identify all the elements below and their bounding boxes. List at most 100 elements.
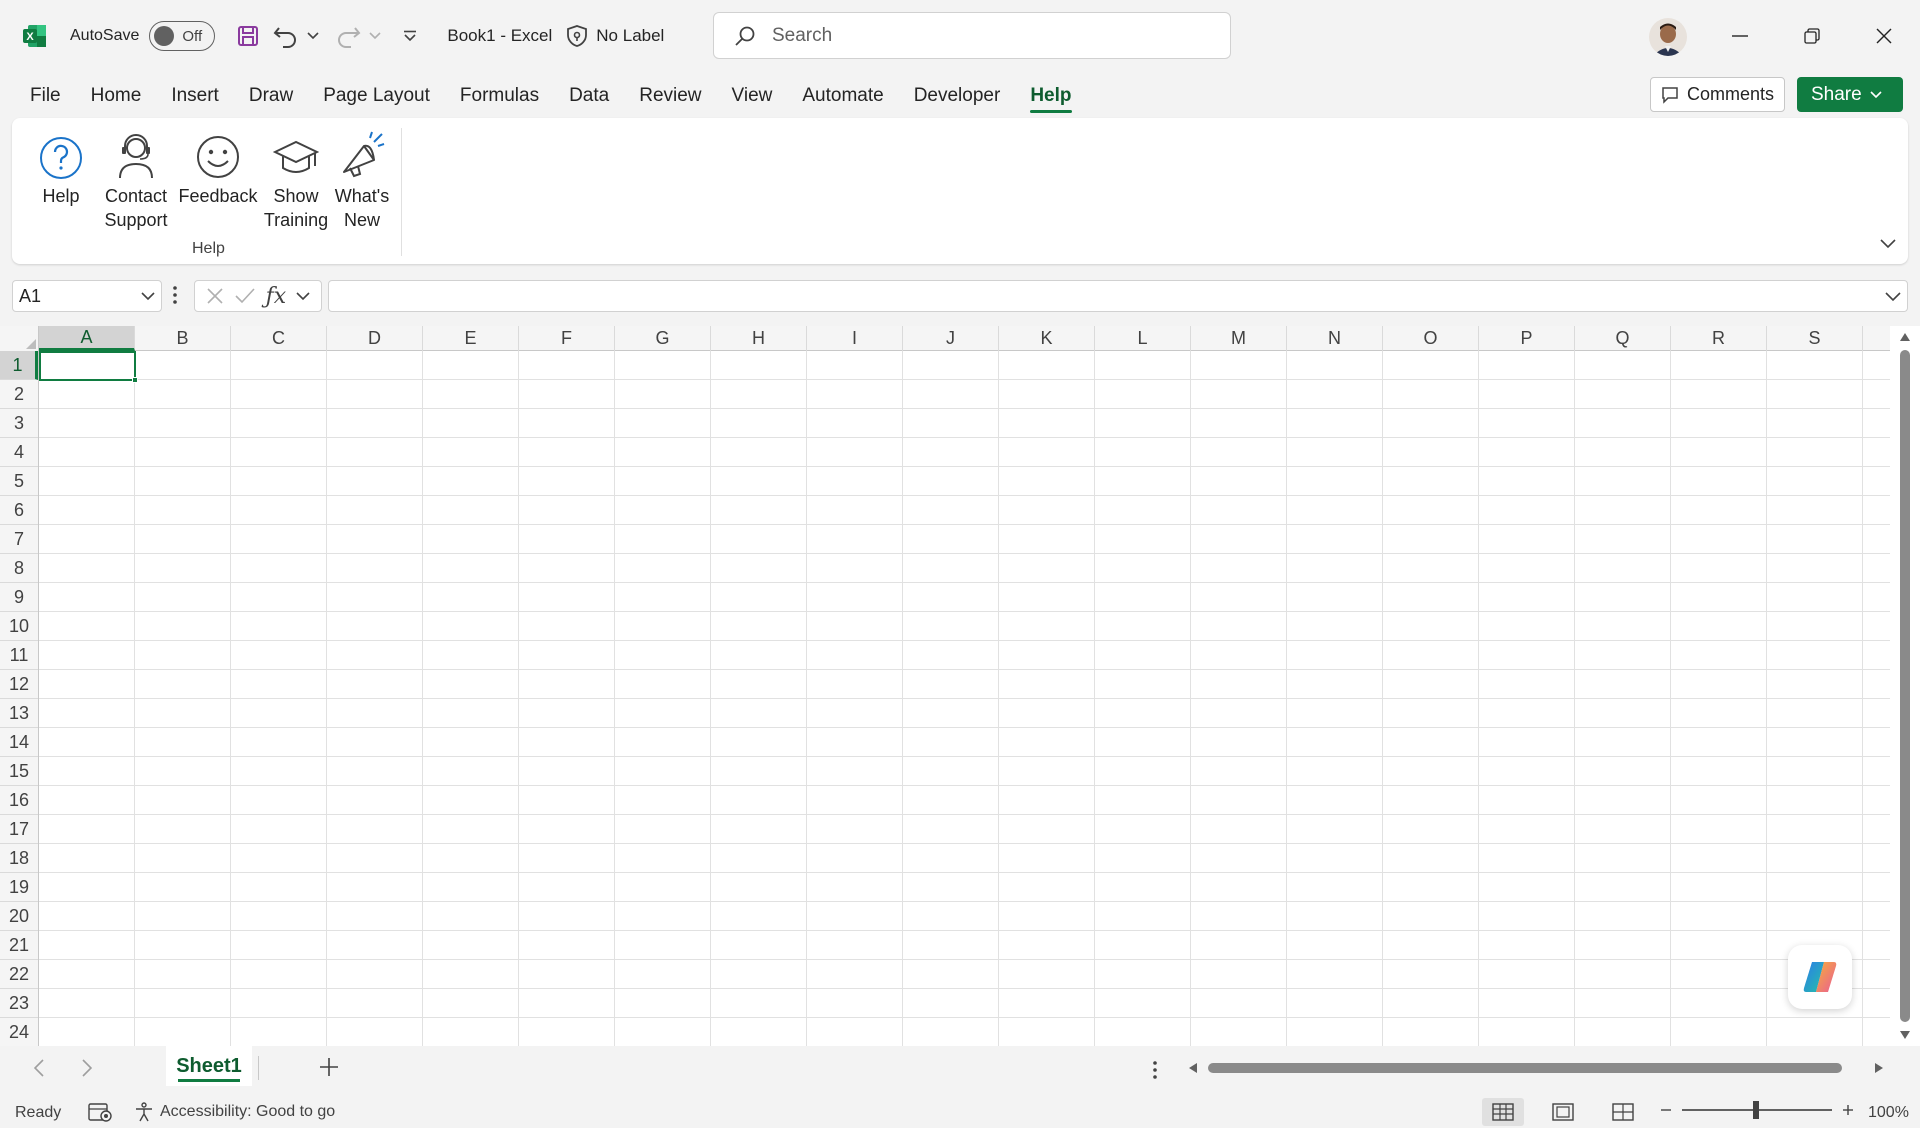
row-header[interactable]: 13 — [0, 699, 38, 728]
tab-formulas[interactable]: Formulas — [445, 76, 554, 116]
column-header[interactable]: S — [1767, 326, 1863, 351]
row-header[interactable]: 12 — [0, 670, 38, 699]
vertical-scroll-thumb[interactable] — [1900, 350, 1910, 1022]
cancel-icon[interactable] — [206, 287, 224, 305]
spreadsheet-grid[interactable]: ABCDEFGHIJKLMNOPQRS 1 2 3 4 5 6 7 8 9 10 11 12 13 14 1… — [0, 326, 1890, 1046]
restore-icon[interactable] — [1793, 18, 1831, 54]
row-header[interactable]: 10 — [0, 612, 38, 641]
more-options-icon[interactable] — [1152, 1060, 1158, 1080]
row-header[interactable]: 17 — [0, 815, 38, 844]
contact-support-button[interactable]: Contact Support — [96, 126, 176, 232]
tab-review[interactable]: Review — [624, 76, 716, 116]
column-header[interactable]: A — [39, 326, 135, 351]
row-header[interactable]: 7 — [0, 525, 38, 554]
row-header[interactable]: 8 — [0, 554, 38, 583]
macro-record-icon[interactable] — [88, 1102, 112, 1122]
tab-data[interactable]: Data — [554, 76, 624, 116]
tab-home[interactable]: Home — [76, 76, 157, 116]
column-header[interactable]: D — [327, 326, 423, 351]
column-header[interactable]: J — [903, 326, 999, 351]
row-header[interactable]: 3 — [0, 409, 38, 438]
row-header[interactable]: 16 — [0, 786, 38, 815]
tab-automate[interactable]: Automate — [787, 76, 898, 116]
normal-view-icon[interactable] — [1482, 1098, 1524, 1126]
share-button[interactable]: Share — [1797, 77, 1903, 112]
tab-file[interactable]: File — [15, 76, 76, 116]
scroll-down-arrow-icon[interactable] — [1899, 1030, 1911, 1040]
minimize-icon[interactable] — [1721, 18, 1759, 54]
more-options-icon[interactable] — [172, 285, 178, 310]
row-header[interactable]: 11 — [0, 641, 38, 670]
row-header[interactable]: 6 — [0, 496, 38, 525]
row-header[interactable]: 9 — [0, 583, 38, 612]
close-icon[interactable] — [1865, 18, 1903, 54]
zoom-out-icon[interactable] — [1660, 1104, 1672, 1116]
sensitivity-label[interactable]: No Label — [566, 24, 664, 48]
ribbon-display-options-chevron-icon[interactable] — [1880, 234, 1896, 254]
column-header[interactable]: O — [1383, 326, 1479, 351]
row-header[interactable]: 2 — [0, 380, 38, 409]
autosave-toggle[interactable]: Off — [149, 21, 216, 51]
save-icon[interactable] — [231, 19, 265, 53]
scroll-right-arrow-icon[interactable] — [1874, 1062, 1884, 1074]
row-header[interactable]: 22 — [0, 960, 38, 989]
add-sheet-plus-icon[interactable] — [318, 1056, 340, 1078]
row-header[interactable]: 24 — [0, 1018, 38, 1046]
page-layout-view-icon[interactable] — [1542, 1098, 1584, 1126]
customize-quick-access-icon[interactable] — [393, 19, 427, 53]
user-avatar[interactable] — [1649, 18, 1687, 56]
comments-button[interactable]: Comments — [1650, 77, 1785, 112]
scroll-left-arrow-icon[interactable] — [1188, 1062, 1198, 1074]
horizontal-scrollbar[interactable] — [1186, 1056, 1886, 1080]
whats-new-button[interactable]: What's New — [328, 126, 396, 232]
tab-page-layout[interactable]: Page Layout — [308, 76, 445, 116]
tab-view[interactable]: View — [717, 76, 788, 116]
undo-icon[interactable] — [269, 19, 303, 53]
help-button[interactable]: Help — [38, 126, 84, 208]
undo-dropdown-chevron-icon[interactable] — [307, 32, 321, 40]
document-title[interactable]: Book1 - Excel — [447, 26, 552, 46]
insert-function-icon[interactable]: ƒx — [266, 284, 287, 309]
sheet-tab-sheet1[interactable]: Sheet1 — [166, 1046, 252, 1086]
row-header[interactable]: 20 — [0, 902, 38, 931]
formula-input[interactable] — [328, 280, 1908, 312]
column-header[interactable]: B — [135, 326, 231, 351]
row-header[interactable]: 4 — [0, 438, 38, 467]
previous-sheet-chevron-icon[interactable] — [34, 1059, 44, 1077]
row-header[interactable]: 18 — [0, 844, 38, 873]
row-header[interactable]: 19 — [0, 873, 38, 902]
next-sheet-chevron-icon[interactable] — [82, 1059, 92, 1077]
row-header[interactable]: 15 — [0, 757, 38, 786]
horizontal-scroll-thumb[interactable] — [1208, 1063, 1842, 1073]
column-header[interactable]: E — [423, 326, 519, 351]
vertical-scrollbar[interactable] — [1890, 326, 1920, 1046]
column-header[interactable]: M — [1191, 326, 1287, 351]
feedback-button[interactable]: Feedback — [174, 126, 262, 208]
redo-icon[interactable] — [331, 19, 365, 53]
column-header[interactable]: P — [1479, 326, 1575, 351]
zoom-level[interactable]: 100% — [1868, 1104, 1909, 1122]
active-cell-a1[interactable] — [39, 351, 138, 383]
column-header[interactable]: F — [519, 326, 615, 351]
name-box[interactable]: A1 — [12, 280, 162, 312]
search-box[interactable]: Search — [713, 12, 1231, 59]
tab-developer[interactable]: Developer — [899, 76, 1016, 116]
row-header[interactable]: 5 — [0, 467, 38, 496]
cell-area[interactable] — [39, 351, 1890, 1046]
column-header[interactable]: G — [615, 326, 711, 351]
fill-handle[interactable] — [132, 377, 138, 383]
chevron-down-icon[interactable] — [296, 291, 310, 301]
row-header[interactable]: 1 — [0, 351, 38, 380]
column-header[interactable]: I — [807, 326, 903, 351]
copilot-button[interactable] — [1788, 945, 1852, 1009]
zoom-track[interactable] — [1682, 1101, 1832, 1119]
redo-dropdown-chevron-icon[interactable] — [369, 32, 383, 40]
enter-check-icon[interactable] — [234, 287, 256, 305]
row-header[interactable]: 14 — [0, 728, 38, 757]
column-header[interactable]: C — [231, 326, 327, 351]
column-header[interactable]: L — [1095, 326, 1191, 351]
show-training-button[interactable]: Show Training — [256, 126, 336, 232]
tab-draw[interactable]: Draw — [234, 76, 308, 116]
page-break-preview-icon[interactable] — [1602, 1098, 1644, 1126]
row-header[interactable]: 21 — [0, 931, 38, 960]
